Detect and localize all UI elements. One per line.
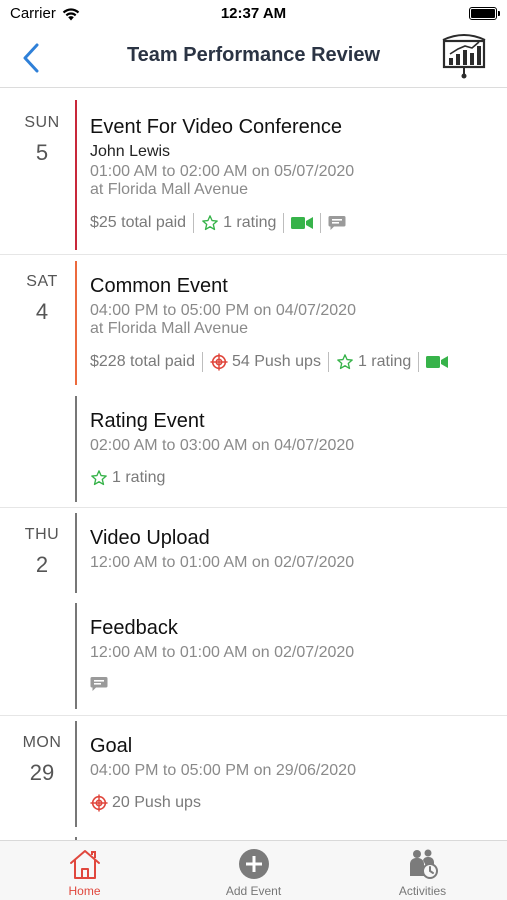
event-meta: $228 total paid 54 Push ups 1 rating [90,352,507,372]
add-circle-icon [238,849,269,879]
event-card[interactable]: Rating Event 02:00 AM to 03:00 AM on 04/… [75,396,507,502]
rating-info: 1 rating [90,469,165,487]
date-label: MON 29 [0,734,84,786]
event-time: 12:00 AM to 01:00 AM on 02/07/2020 [90,554,355,571]
payment-info: $25 total paid [90,214,187,231]
event-location: at Florida Mall Avenue [90,320,249,337]
pushups-info: 20 Push ups [90,794,201,812]
video-camera-icon [291,217,314,229]
navigation-bar: Team Performance Review [0,28,507,88]
event-color-bar [75,396,77,502]
event-location: at Florida Mall Avenue [90,181,249,198]
video-indicator [426,355,449,369]
weekday-label: SAT [26,273,58,290]
tab-activities-label: Activities [398,884,447,898]
weekday-label: THU [24,526,60,543]
event-title: Rating Event [90,410,205,432]
star-icon [337,354,353,370]
day-number: 2 [35,552,49,577]
event-time: 01:00 AM to 02:00 AM on 05/07/2020 [90,163,355,180]
clock: 12:37 AM [220,5,287,22]
day-number: 29 [29,760,55,785]
event-meta: 1 rating [90,469,507,487]
event-meta: 20 Push ups [90,794,507,812]
date-label: SAT 4 [0,273,84,325]
pushups-info: 54 Push ups [210,353,321,371]
video-camera-icon [426,356,449,368]
event-color-bar [75,721,77,827]
tab-bar: Home Add Event Activities [0,840,507,900]
status-bar: Carrier 12:37 AM [0,0,507,28]
rating-info: 1 rating [201,214,276,232]
event-list[interactable]: SUN 5 Event For Video Conference John Le… [0,89,507,840]
event-card[interactable]: Event For Video Conference John Lewis 01… [75,100,507,250]
date-label: THU 2 [0,526,84,578]
day-group: THU 2 Video Upload 12:00 AM to 01:00 AM … [0,508,507,716]
event-title: Video Upload [90,527,210,549]
target-icon [90,794,108,812]
event-card[interactable]: Feedback 12:00 AM to 01:00 AM on 02/07/2… [75,603,507,709]
event-title: Goal [90,735,133,757]
star-icon [91,470,107,486]
weekday-label: MON [22,734,62,751]
event-time: 12:00 AM to 01:00 AM on 02/07/2020 [90,644,355,661]
day-group: SUN 5 Event For Video Conference John Le… [0,89,507,255]
comment-icon [328,216,346,230]
event-title: Event For Video Conference [90,116,343,138]
event-meta [90,676,507,692]
day-group: SAT 4 Common Event 04:00 PM to 05:00 PM … [0,255,507,508]
event-card[interactable]: Goal 04:00 PM to 05:00 PM on 29/06/2020 … [75,721,507,827]
event-time: 04:00 PM to 05:00 PM on 04/07/2020 [90,302,356,319]
weekday-label: SUN [24,114,60,131]
event-time: 04:00 PM to 05:00 PM on 29/06/2020 [90,762,356,779]
event-color-bar [75,603,77,709]
payment-info: $228 total paid [90,353,195,370]
event-color-bar [75,513,77,593]
star-icon [202,215,218,231]
event-color-bar [75,261,77,385]
event-card[interactable]: Video Upload 12:00 AM to 01:00 AM on 02/… [75,513,507,593]
date-label: SUN 5 [0,114,84,166]
comment-indicator [328,215,346,231]
event-card[interactable]: Common Event 04:00 PM to 05:00 PM on 04/… [75,261,507,385]
event-attendee: John Lewis [90,143,171,160]
day-group: MON 29 Goal 04:00 PM to 05:00 PM on 29/0… [0,716,507,840]
event-title: Common Event [90,275,228,297]
tab-add-event[interactable]: Add Event [169,841,338,900]
event-meta: $25 total paid 1 rating [90,213,507,233]
target-icon [210,353,228,371]
tab-activities[interactable]: Activities [338,841,507,900]
comment-indicator [90,676,108,692]
comment-icon [90,677,108,691]
rating-info: 1 rating [336,353,411,371]
battery-icon [469,7,500,20]
tab-home[interactable]: Home [0,841,169,900]
tab-home-label: Home [68,884,101,898]
presentation-chart-icon [442,34,486,79]
home-icon [69,850,100,879]
page-title: Team Performance Review [126,44,381,66]
video-indicator [291,216,314,230]
tab-add-event-label: Add Event [225,884,282,898]
day-number: 5 [35,140,49,165]
performance-chart-button[interactable] [439,32,489,80]
event-title: Feedback [90,617,178,639]
event-color-bar [75,100,77,250]
event-time: 02:00 AM to 03:00 AM on 04/07/2020 [90,437,355,454]
day-number: 4 [35,299,49,324]
activities-icon [409,849,438,879]
